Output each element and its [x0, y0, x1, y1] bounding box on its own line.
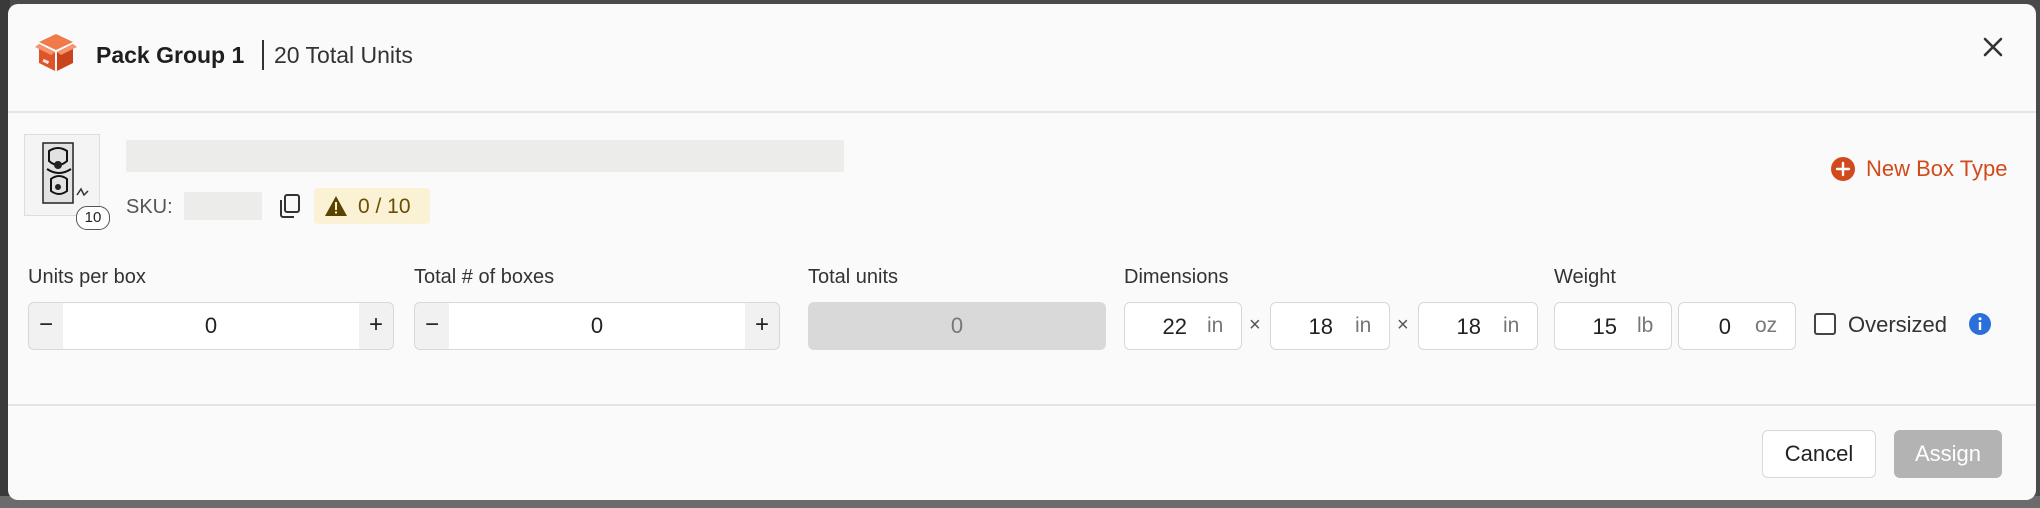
total-boxes-stepper: − +: [414, 302, 780, 350]
weight-oz-unit: oz: [1755, 314, 1778, 337]
cancel-button[interactable]: Cancel: [1762, 430, 1876, 478]
dimensions-label: Dimensions: [1124, 266, 1229, 288]
sku-value-placeholder: [184, 192, 262, 220]
footer-divider: [8, 404, 2036, 406]
units-per-box-stepper: − +: [28, 302, 394, 350]
decrement-button[interactable]: −: [29, 303, 63, 349]
new-box-type-label: New Box Type: [1866, 156, 2008, 181]
weight-lb-unit: lb: [1637, 314, 1654, 337]
product-row: 10 SKU: 0 / 10 New Box Type: [24, 134, 2024, 234]
assign-button[interactable]: Assign: [1894, 430, 2002, 478]
height-unit: in: [1503, 314, 1520, 337]
oversized-label: Oversized: [1848, 312, 1948, 337]
progress-text: 0 / 10: [358, 195, 411, 218]
warning-icon: [325, 196, 347, 216]
weight-oz-input[interactable]: 0 oz: [1678, 302, 1796, 350]
title-divider: [262, 40, 264, 70]
weight-oz-value: 0: [1718, 314, 1731, 339]
pack-group-modal: Pack Group 1 20 Total Units 10 SKU: 0 / …: [8, 4, 2036, 500]
length-input[interactable]: 22 in: [1124, 302, 1242, 350]
info-icon[interactable]: [1968, 312, 1992, 336]
total-units-value: 0: [808, 302, 1106, 350]
length-value: 22: [1162, 314, 1187, 339]
length-unit: in: [1207, 314, 1224, 337]
sku-label: SKU:: [126, 196, 173, 218]
add-circle-icon: [1831, 157, 1855, 181]
modal-title: Pack Group 1: [96, 42, 245, 68]
close-icon[interactable]: [1976, 30, 2010, 64]
total-boxes-input[interactable]: [449, 303, 745, 349]
weight-lb-value: 15: [1592, 314, 1617, 339]
increment-button[interactable]: +: [359, 303, 393, 349]
dimension-separator: ×: [1397, 314, 1409, 336]
units-per-box-label: Units per box: [28, 266, 146, 288]
width-value: 18: [1308, 314, 1333, 339]
modal-header: Pack Group 1 20 Total Units: [8, 4, 2036, 113]
total-boxes-label: Total # of boxes: [414, 266, 555, 288]
product-image: [25, 135, 99, 215]
weight-label: Weight: [1554, 266, 1616, 288]
product-name-placeholder: [126, 140, 844, 172]
total-units-summary: 20 Total Units: [274, 42, 413, 68]
decrement-button[interactable]: −: [415, 303, 449, 349]
copy-icon[interactable]: [278, 192, 302, 220]
oversized-checkbox[interactable]: [1814, 313, 1836, 335]
units-per-box-input[interactable]: [63, 303, 359, 349]
increment-button[interactable]: +: [745, 303, 779, 349]
height-value: 18: [1456, 314, 1481, 339]
product-thumbnail: [24, 134, 100, 216]
box-logo-icon: [35, 34, 77, 71]
height-input[interactable]: 18 in: [1418, 302, 1538, 350]
width-unit: in: [1355, 314, 1372, 337]
weight-lb-input[interactable]: 15 lb: [1554, 302, 1672, 350]
unit-progress-badge: 0 / 10: [314, 188, 430, 224]
dimension-separator: ×: [1249, 314, 1261, 336]
total-units-label: Total units: [808, 266, 899, 288]
width-input[interactable]: 18 in: [1270, 302, 1390, 350]
quantity-badge: 10: [76, 206, 110, 230]
